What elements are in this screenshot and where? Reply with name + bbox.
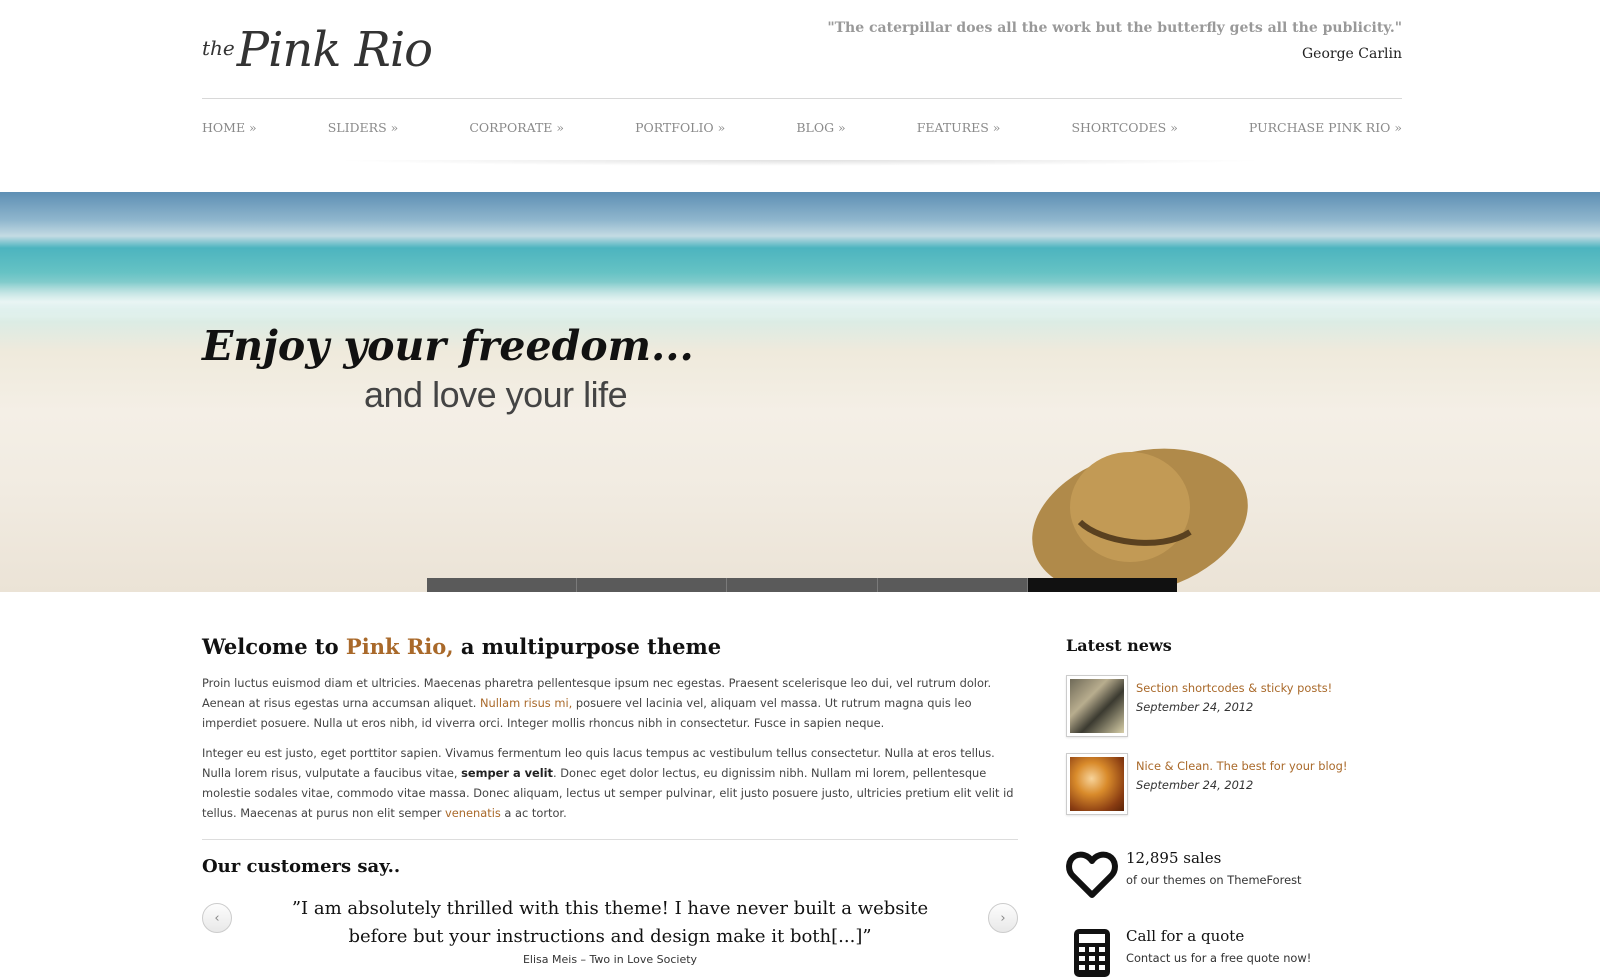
nav-item-purchase[interactable]: PURCHASE PINK RIO » [1249,120,1402,135]
sales-stat-title: 12,895 sales [1126,849,1222,867]
news-date: September 24, 2012 [1136,778,1254,792]
hero-beach-figure [820,448,1248,592]
sidebar: Latest news Section shortcodes & sticky … [1066,636,1402,979]
nav-item-corporate[interactable]: CORPORATE » [469,120,564,135]
news-title-link[interactable]: Nice & Clean. The best for your blog! [1136,759,1347,773]
slider-dot[interactable] [577,578,728,592]
heart-icon [1066,851,1118,898]
para2-text-c: a ac tortor. [500,806,567,820]
slider-dot[interactable] [877,578,1028,592]
content-divider [202,839,1018,840]
news-item: Nice & Clean. The best for your blog! Se… [1066,753,1402,815]
nav-item-features[interactable]: FEATURES » [917,120,1001,135]
nav-item-sliders[interactable]: SLIDERS » [328,120,399,135]
news-thumbnail[interactable] [1066,753,1128,815]
news-meta: Section shortcodes & sticky posts! Septe… [1136,675,1332,737]
hero-wave-foam [0,282,1600,322]
chevron-right-icon: › [1000,910,1006,926]
welcome-prefix: Welcome to [202,634,346,659]
sales-stat: 12,895 sales of our themes on ThemeFores… [1066,849,1402,901]
sales-stat-subtitle: of our themes on ThemeForest [1126,873,1302,887]
quote-cta-text: Call for a quote Contact us for a free q… [1126,927,1311,965]
nav-item-home[interactable]: HOME » [202,120,257,135]
logo-name: Pink Rio [236,22,433,78]
hero-slider[interactable] [0,192,1600,592]
testimonial-prev-button[interactable]: ‹ [202,903,232,933]
para1-link[interactable]: Nullam risus mi, [480,696,572,710]
intro-paragraph-2: Integer eu est justo, eget porttitor sap… [202,743,1018,823]
news-thumbnail[interactable] [1066,675,1128,737]
welcome-suffix: a multipurpose theme [453,634,722,659]
quote-cta-subtitle: Contact us for a free quote now! [1126,951,1312,965]
news-image [1070,757,1124,811]
header-quote: "The caterpillar does all the work but t… [827,20,1402,62]
calculator-icon [1074,929,1110,977]
logo-prefix: the [202,36,235,60]
news-item: Section shortcodes & sticky posts! Septe… [1066,675,1402,737]
header-quote-author: George Carlin [1301,46,1402,62]
slider-dot[interactable] [1027,578,1178,592]
news-title-link[interactable]: Section shortcodes & sticky posts! [1136,681,1332,695]
hero-headline: Enjoy your freedom... [202,322,694,370]
main-content: Welcome to Pink Rio, a multipurpose them… [202,634,1018,975]
hero-subheadline: and love your life [364,374,628,415]
slider-dot[interactable] [427,578,578,592]
header-quote-text: "The caterpillar does all the work but t… [827,20,1402,36]
slider-dot[interactable] [727,578,878,592]
para2-bold: semper a velit [461,766,554,780]
testimonial-next-button[interactable]: › [988,903,1018,933]
welcome-heading: Welcome to Pink Rio, a multipurpose them… [202,634,1018,659]
testimonial-author: Elisa Meis – Two in Love Society [522,953,698,966]
slider-pagination [427,578,1178,592]
news-image [1070,679,1124,733]
welcome-accent: Pink Rio, [345,634,454,659]
quote-cta-title: Call for a quote [1126,927,1245,945]
latest-news-heading: Latest news [1066,636,1172,655]
para2-link[interactable]: venenatis [445,806,501,820]
nav-shadow [330,160,1270,166]
customers-heading: Our customers say.. [202,856,401,877]
site-logo[interactable]: the Pink Rio [202,10,433,78]
nav-divider [202,98,1402,99]
testimonial-quote: ”I am absolutely thrilled with this them… [291,898,929,947]
news-date: September 24, 2012 [1136,700,1254,714]
nav-item-shortcodes[interactable]: SHORTCODES » [1071,120,1177,135]
site-header: the Pink Rio "The caterpillar does all t… [0,0,1600,190]
news-meta: Nice & Clean. The best for your blog! Se… [1136,753,1347,815]
nav-item-blog[interactable]: BLOG » [796,120,845,135]
nav-item-portfolio[interactable]: PORTFOLIO » [635,120,725,135]
quote-cta[interactable]: Call for a quote Contact us for a free q… [1066,927,1402,979]
testimonial-carousel: ‹ ”I am absolutely thrilled with this th… [202,895,1018,975]
chevron-left-icon: ‹ [214,910,220,926]
sales-stat-text: 12,895 sales of our themes on ThemeFores… [1126,849,1302,887]
main-nav: HOME » SLIDERS » CORPORATE » PORTFOLIO »… [202,120,1402,135]
intro-paragraph-1: Proin luctus euismod diam et ultricies. … [202,673,1018,733]
